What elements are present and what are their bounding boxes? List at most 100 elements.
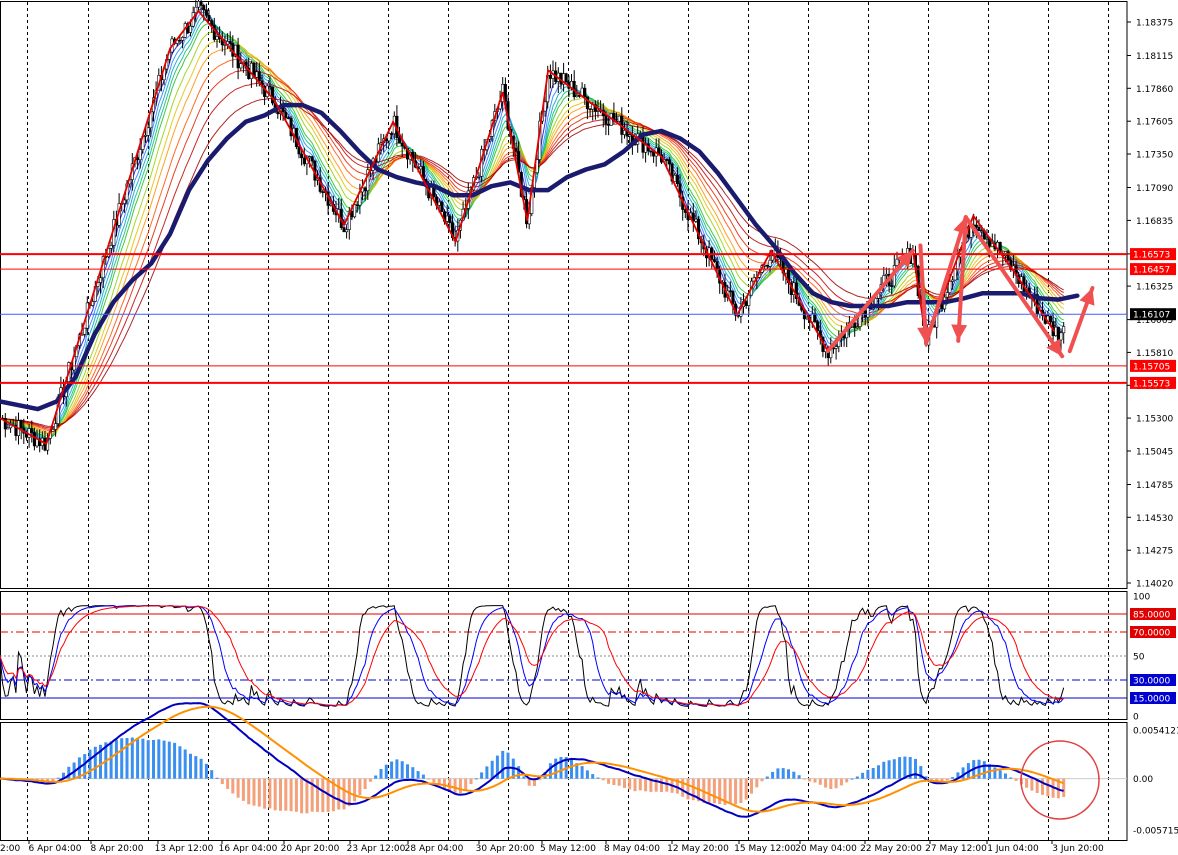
macd-histogram-bar	[220, 778, 224, 784]
macd-histogram-bar	[416, 771, 420, 779]
macd-histogram-bar	[300, 778, 304, 814]
macd-histogram-bar	[591, 774, 595, 779]
macd-histogram-bar	[273, 778, 277, 811]
candle-body	[146, 127, 150, 136]
candle-body	[665, 159, 669, 161]
macd-histogram-bar	[755, 778, 759, 788]
time-tick-label: 8 Apr 20:00	[91, 844, 144, 854]
macd-histogram-bar	[226, 778, 230, 789]
price-tick-label: 1.17860	[1136, 85, 1173, 95]
macd-histogram-bar	[1030, 778, 1034, 791]
macd-histogram-bar	[882, 761, 886, 779]
candle-body	[1006, 251, 1010, 261]
candle-body	[694, 218, 698, 222]
candle-body	[355, 204, 359, 206]
candle-body	[588, 108, 592, 111]
price-tick-label: 1.15045	[1136, 448, 1173, 458]
time-tick-label: 16 Apr 04:00	[219, 844, 278, 854]
candle-body	[884, 273, 888, 276]
macd-histogram-bar	[368, 778, 372, 782]
price-tick-label: 1.17350	[1136, 151, 1173, 161]
candle-body	[197, 1, 201, 8]
macd-histogram-bar	[707, 778, 711, 804]
candle-body	[890, 285, 894, 287]
candle-body	[715, 261, 719, 269]
candle-body	[270, 86, 274, 104]
time-tick-label: 3 Jun 20:00	[1052, 844, 1104, 854]
macd-histogram-bar	[1025, 778, 1029, 788]
candle-body	[9, 424, 13, 429]
macd-histogram-bar	[469, 778, 473, 785]
candle-body	[652, 151, 656, 157]
macd-histogram-bar	[390, 761, 394, 779]
candle-body	[445, 215, 449, 222]
price-tick-label: 1.14020	[1136, 580, 1173, 590]
time-tick-label: 6 Apr 04:00	[29, 844, 82, 854]
macd-histogram-bar	[114, 739, 118, 779]
oscillator-level-label: 70.0000	[1133, 629, 1170, 639]
macd-histogram-bar	[305, 778, 309, 814]
candle-body	[834, 346, 838, 349]
macd-histogram-bar	[252, 778, 256, 806]
macd-histogram-bar	[231, 778, 235, 794]
macd-histogram-bar	[215, 777, 219, 779]
macd-histogram-bar	[855, 776, 859, 779]
macd-histogram-bar	[818, 778, 822, 785]
time-tick-label: 2:00	[0, 844, 20, 854]
candle-body	[51, 429, 55, 432]
macd-histogram-bar	[120, 738, 124, 779]
macd-histogram-bar	[464, 778, 468, 790]
candle-body	[32, 432, 36, 447]
candle-body	[816, 321, 820, 331]
candle-body	[239, 63, 243, 69]
macd-histogram-bar	[173, 742, 177, 779]
macd-histogram-bar	[829, 778, 833, 789]
candle-body	[363, 187, 367, 191]
candle-body	[202, 5, 206, 11]
candle-body	[477, 176, 481, 178]
candle-body	[980, 230, 984, 232]
macd-histogram-bar	[665, 778, 669, 792]
candle-body	[948, 281, 952, 293]
candle-body	[437, 201, 441, 206]
candle-body	[813, 313, 817, 323]
candle-body	[342, 227, 346, 233]
macd-histogram-bar	[739, 778, 743, 803]
macd-histogram-bar	[321, 778, 325, 813]
macd-histogram-bar	[601, 778, 605, 781]
macd-histogram-bar	[623, 778, 626, 788]
chart-canvas[interactable]: 1.18375 1.18115 1.17860 1.17605 1.17350 1.170…	[0, 0, 1178, 855]
macd-tick-label: 0.00	[1133, 775, 1153, 785]
time-tick-label: 28 Apr 04:00	[405, 844, 464, 854]
candle-body	[675, 174, 679, 184]
candle-body	[181, 37, 185, 41]
macd-histogram-bar	[750, 778, 753, 794]
macd-histogram-bar	[866, 769, 870, 779]
macd-histogram-bar	[839, 778, 843, 786]
macd-histogram-bar	[379, 769, 383, 779]
candle-body	[855, 326, 859, 329]
candle-body	[189, 25, 193, 33]
candle-body	[583, 87, 587, 98]
candle-body	[977, 227, 981, 232]
macd-histogram-bar	[406, 764, 409, 779]
candle-body	[276, 111, 280, 115]
macd-histogram-bar	[443, 778, 446, 789]
macd-histogram-bar	[945, 778, 949, 781]
candle-body	[945, 292, 949, 298]
macd-histogram-bar	[570, 759, 573, 779]
candle-body	[607, 123, 611, 126]
candle-body	[1062, 326, 1066, 334]
macd-histogram-bar	[279, 778, 282, 811]
candle-body	[731, 290, 735, 305]
candle-body	[302, 157, 306, 165]
macd-histogram-bar	[109, 741, 113, 779]
candle-body	[268, 85, 272, 88]
candle-body	[895, 258, 899, 266]
macd-histogram-bar	[834, 778, 838, 789]
candle-body	[575, 95, 579, 98]
macd-histogram-bar	[728, 778, 732, 804]
macd-histogram-bar	[797, 775, 801, 779]
macd-histogram-bar	[982, 761, 986, 779]
macd-histogram-bar	[152, 740, 155, 779]
